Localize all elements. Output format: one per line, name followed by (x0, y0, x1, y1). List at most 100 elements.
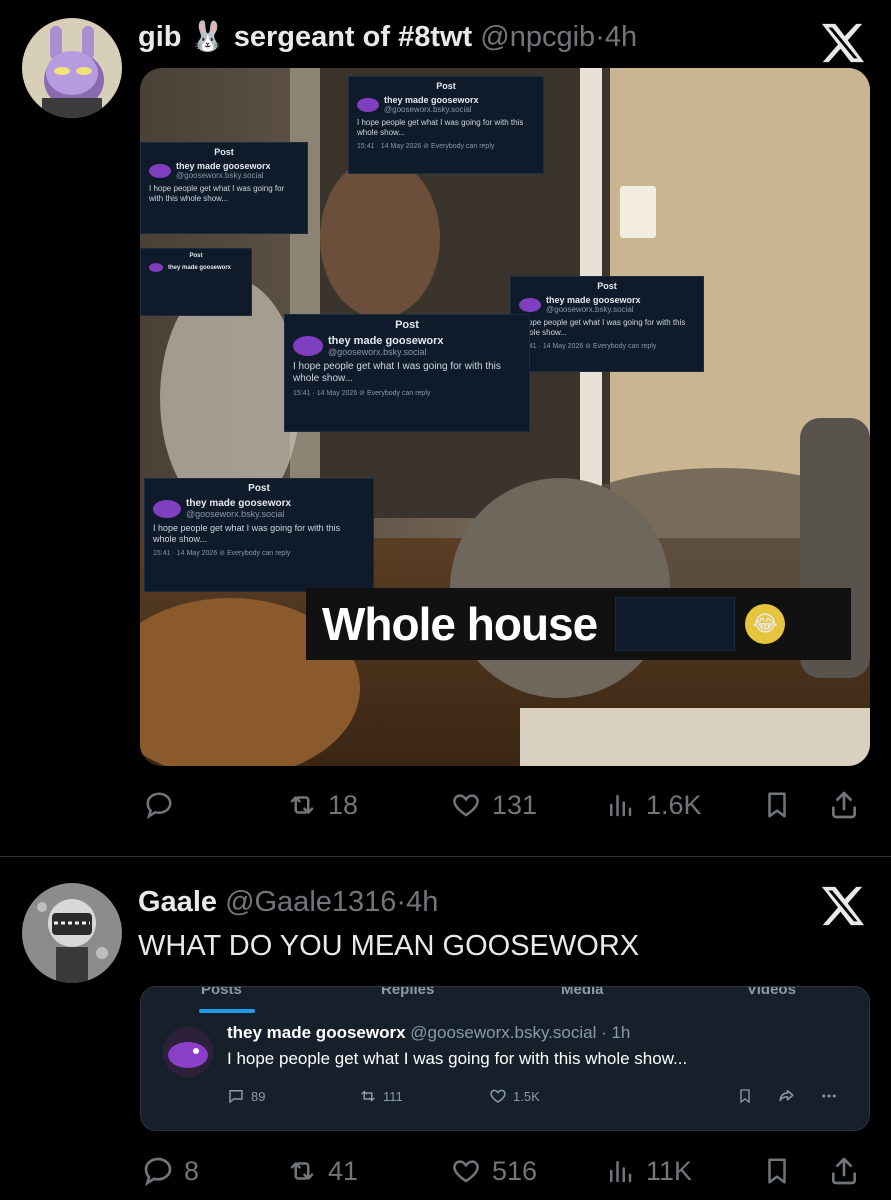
timestamp[interactable]: 4h (605, 21, 637, 53)
video-caption: Whole house 😂 (306, 588, 851, 660)
views-icon (610, 795, 632, 817)
overlay-footer: 15:41 · 14 May 2026 ⊘ Everybody can repl… (293, 390, 431, 397)
overlay-handle: @gooseworx.bsky.social (186, 509, 285, 519)
quoted-bookmark (737, 1087, 753, 1105)
bookmark-button[interactable] (762, 782, 792, 828)
tweet-image-screenshot[interactable]: Posts Replies Media Videos they made goo… (140, 986, 870, 1131)
share-arrow-icon (779, 1090, 794, 1102)
bookmark-button[interactable] (762, 1148, 792, 1194)
display-name[interactable]: Gaale (138, 886, 217, 918)
overlay-avatar (293, 336, 323, 356)
overlay-handle: @gooseworx.bsky.social (328, 347, 427, 357)
repost-icon (290, 1162, 314, 1180)
like-button[interactable]: 516 (450, 1148, 537, 1194)
like-count: 516 (492, 1155, 538, 1186)
like-count: 131 (492, 789, 538, 820)
overlay-post: Post they made gooseworx @gooseworx.bsky.… (348, 76, 544, 174)
reply-icon (229, 1090, 243, 1104)
tab-videos: Videos (747, 986, 796, 998)
tweet-1[interactable]: gib 🐰 sergeant of #8twt @npcgib·4h Post … (0, 0, 891, 856)
tab-replies: Replies (381, 986, 435, 998)
tweet-text: WHAT DO YOU MEAN GOOSEWORX (138, 930, 640, 962)
repost-icon (361, 1090, 375, 1102)
share-button[interactable] (828, 1148, 860, 1194)
action-bar: 8 41 516 11K (138, 1148, 868, 1194)
separator: · (595, 21, 605, 53)
x-logo-icon (820, 883, 866, 929)
tweet-header: Gaale @Gaale1316·4h (138, 885, 438, 919)
repost-button[interactable]: 18 (286, 782, 358, 828)
action-bar: 18 131 1.6K (138, 782, 868, 828)
bookmark-icon (768, 792, 786, 818)
timestamp[interactable]: 4h (406, 886, 438, 918)
quoted-reply-count: 89 (251, 1088, 266, 1104)
quoted-text: I hope people get what I was going for w… (227, 1049, 688, 1068)
overlay-footer: 15:41 · 14 May 2026 ⊘ Everybody can repl… (153, 550, 291, 557)
overlay-post: Post they made gooseworx @gooseworx.bsky.… (284, 314, 530, 432)
quoted-avatar (163, 1027, 213, 1077)
views-button[interactable]: 11K (604, 1148, 692, 1194)
tab-posts: Posts (201, 986, 242, 998)
overlay-name: they made gooseworx (546, 295, 641, 305)
tab-media: Media (561, 986, 604, 998)
avatar[interactable] (22, 883, 122, 983)
overlay-post: Post they made gooseworx @gooseworx.bsky.… (144, 478, 374, 592)
heart-icon (490, 1089, 506, 1103)
laughing-emoji-icon: 😂 (745, 604, 786, 644)
repost-button[interactable]: 41 (286, 1148, 358, 1194)
views-icon (610, 1161, 632, 1183)
separator: · (396, 886, 407, 918)
overlay-post-title: Post (189, 253, 203, 259)
reply-icon (146, 792, 172, 820)
quoted-name: they made gooseworx (227, 1023, 406, 1042)
overlay-post: Post they made gooseworx (140, 248, 252, 316)
overlay-avatar (519, 297, 541, 312)
repost-count: 18 (328, 789, 359, 820)
quoted-handle: @gooseworx.bsky.social · 1h (410, 1023, 631, 1042)
active-tab-indicator (199, 1009, 255, 1013)
repost-count: 41 (328, 1155, 359, 1186)
overlay-footer: 15:41 · 14 May 2026 ⊘ Everybody can repl… (357, 143, 495, 150)
handle[interactable]: @npcgib (480, 21, 595, 53)
overlay-text: I hope people get what I was going for w… (149, 184, 285, 203)
handle[interactable]: @Gaale1316 (225, 886, 396, 918)
caption-text: Whole house (322, 598, 598, 650)
share-button[interactable] (828, 782, 860, 828)
overlay-handle: @gooseworx.bsky.social (176, 171, 264, 180)
reply-button[interactable]: 8 (142, 1148, 199, 1194)
reply-icon (144, 1157, 172, 1187)
more-icon (822, 1094, 836, 1098)
quoted-like: 1.5K (489, 1087, 540, 1105)
quoted-repost: 111 (359, 1087, 403, 1105)
like-button[interactable]: 131 (450, 782, 537, 828)
x-logo-icon (820, 20, 866, 66)
quoted-more (819, 1087, 839, 1105)
overlay-text: I hope people get what I was going for w… (293, 361, 501, 384)
overlay-text: I hope people get what I was going for w… (357, 118, 524, 137)
share-icon (832, 791, 856, 819)
overlay-avatar (357, 97, 379, 112)
overlay-avatar (153, 499, 181, 518)
overlay-post-title: Post (248, 483, 270, 494)
overlay-post-title: Post (395, 319, 419, 331)
avatar[interactable] (22, 18, 122, 118)
tweet-media-video[interactable]: Post they made gooseworx @gooseworx.bsky.… (140, 68, 870, 766)
views-count: 11K (646, 1155, 693, 1186)
heart-icon (453, 794, 479, 817)
caption-mini-post (615, 597, 736, 651)
overlay-text: I hope people get what I was going for w… (153, 523, 341, 544)
views-button[interactable]: 1.6K (604, 782, 702, 828)
overlay-name: they made gooseworx (384, 95, 479, 105)
reply-button[interactable] (144, 782, 184, 828)
overlay-post-title: Post (597, 281, 617, 291)
overlay-name: they made gooseworx (168, 264, 232, 271)
bookmark-icon (768, 1158, 786, 1184)
quoted-reply: 89 (227, 1087, 265, 1105)
overlay-name: they made gooseworx (186, 498, 292, 509)
quoted-share (777, 1087, 795, 1105)
overlay-post: Post they made gooseworx @gooseworx.bsky.… (510, 276, 704, 372)
display-name[interactable]: gib 🐰 sergeant of #8twt (138, 21, 472, 53)
overlay-post-title: Post (214, 147, 234, 157)
overlay-avatar (149, 163, 171, 178)
views-count: 1.6K (646, 789, 702, 820)
